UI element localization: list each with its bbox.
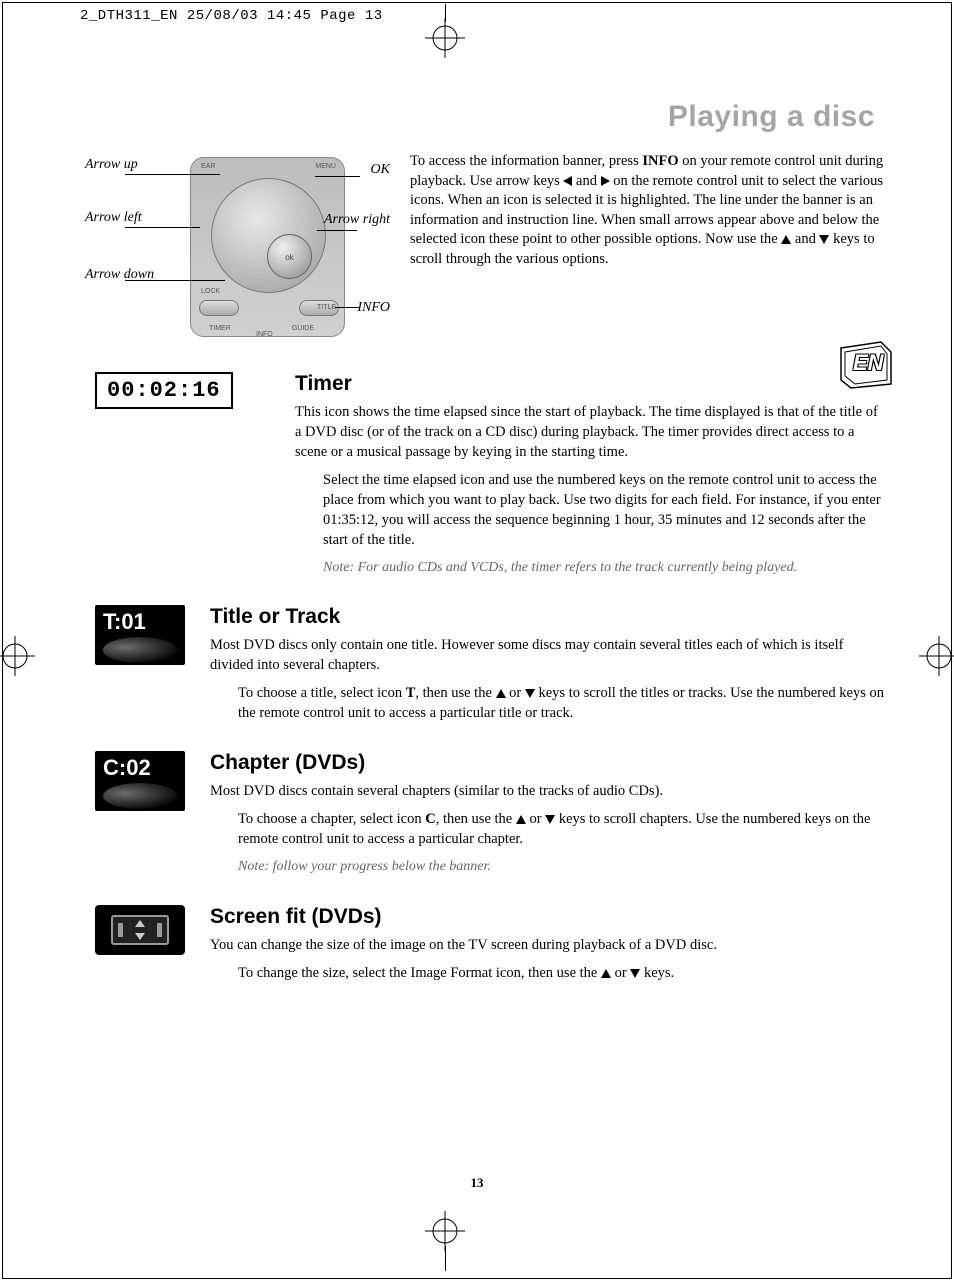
screenfit-instruction: To change the size, select the Image For…	[238, 963, 885, 983]
arrow-down-icon	[545, 815, 555, 824]
intro-paragraph: To access the information banner, press …	[410, 152, 885, 269]
language-badge: EN	[837, 340, 895, 395]
print-header: 2_DTH311_EN 25/08/03 14:45 Page 13	[80, 8, 383, 24]
remote-diagram: ok EAR MENU LOCK TITLE TIMER GUIDE INFO …	[85, 152, 390, 342]
timer-heading: Timer	[295, 372, 885, 396]
arrow-up-icon	[781, 235, 791, 244]
page-number: 13	[0, 1175, 954, 1191]
ok-button-graphic: ok	[267, 234, 312, 279]
timer-instruction: Select the time elapsed icon and use the…	[323, 470, 885, 550]
registration-mark-icon	[919, 636, 954, 676]
arrow-up-icon	[601, 969, 611, 978]
title-icon: T:01	[95, 605, 185, 665]
timer-note: Note: For audio CDs and VCDs, the timer …	[323, 558, 885, 577]
screenfit-text: You can change the size of the image on …	[210, 935, 885, 955]
label-info: INFO	[357, 300, 390, 316]
label-arrow-up: Arrow up	[85, 157, 138, 173]
language-badge-text: EN	[853, 350, 884, 376]
arrow-up-icon	[516, 815, 526, 824]
timer-text: This icon shows the time elapsed since t…	[295, 402, 885, 462]
arrow-down-icon	[525, 689, 535, 698]
chapter-instruction: To choose a chapter, select icon C, then…	[238, 809, 885, 849]
arrow-up-icon	[496, 689, 506, 698]
registration-mark-icon	[425, 18, 465, 58]
arrow-down-icon	[819, 235, 829, 244]
label-ok: OK	[371, 162, 390, 178]
chapter-text: Most DVD discs contain several chapters …	[210, 781, 885, 801]
timer-display-icon: 00:02:16	[95, 372, 233, 409]
title-heading: Title or Track	[210, 605, 885, 629]
screen-fit-icon	[95, 905, 185, 955]
registration-mark-icon	[0, 636, 35, 676]
label-arrow-left: Arrow left	[85, 210, 142, 226]
registration-mark-icon	[425, 1211, 465, 1251]
chapter-title: Playing a disc	[85, 100, 885, 134]
arrow-down-icon	[630, 969, 640, 978]
screenfit-heading: Screen fit (DVDs)	[210, 905, 885, 929]
chapter-heading: Chapter (DVDs)	[210, 751, 885, 775]
chapter-note: Note: follow your progress below the ban…	[238, 857, 885, 876]
arrow-right-icon	[601, 176, 610, 186]
chapter-icon: C:02	[95, 751, 185, 811]
title-text: Most DVD discs only contain one title. H…	[210, 635, 885, 675]
title-instruction: To choose a title, select icon T, then u…	[238, 683, 885, 723]
label-arrow-right: Arrow right	[324, 212, 390, 228]
